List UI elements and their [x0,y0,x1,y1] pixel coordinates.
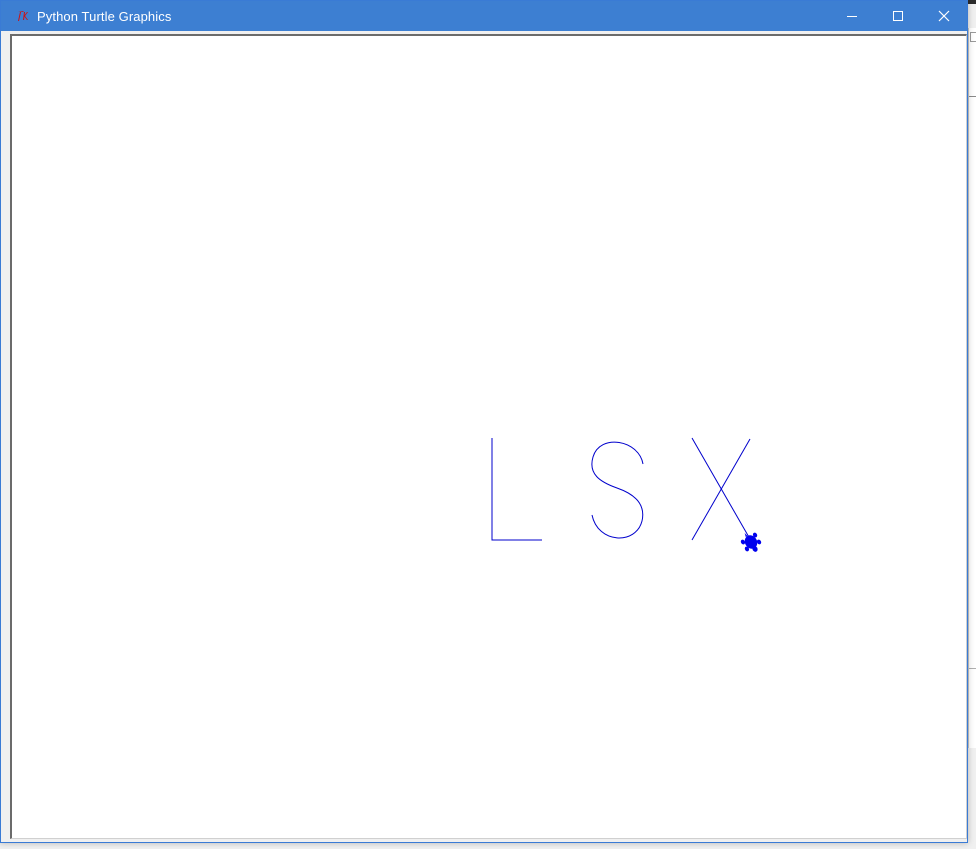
letter-s-stroke [591,441,644,539]
tk-icon [17,9,31,23]
turtle-window: Python Turtle Graphics [0,0,968,843]
minimize-button[interactable] [829,1,875,31]
background-window-line [969,96,976,97]
maximize-button[interactable] [875,1,921,31]
window-title: Python Turtle Graphics [37,8,172,24]
letter-l-stroke [491,438,542,541]
minimize-icon [847,16,857,17]
window-controls [829,1,967,31]
background-window-edge [968,28,976,748]
background-window-control [970,32,976,42]
turtle-canvas[interactable] [10,34,967,839]
title-bar[interactable]: Python Turtle Graphics [1,1,967,31]
close-icon [938,10,950,22]
close-button[interactable] [921,1,967,31]
background-window-line [969,668,976,669]
turtle-cursor [740,532,762,552]
maximize-icon [893,11,903,21]
turtle-drawing [491,437,762,552]
